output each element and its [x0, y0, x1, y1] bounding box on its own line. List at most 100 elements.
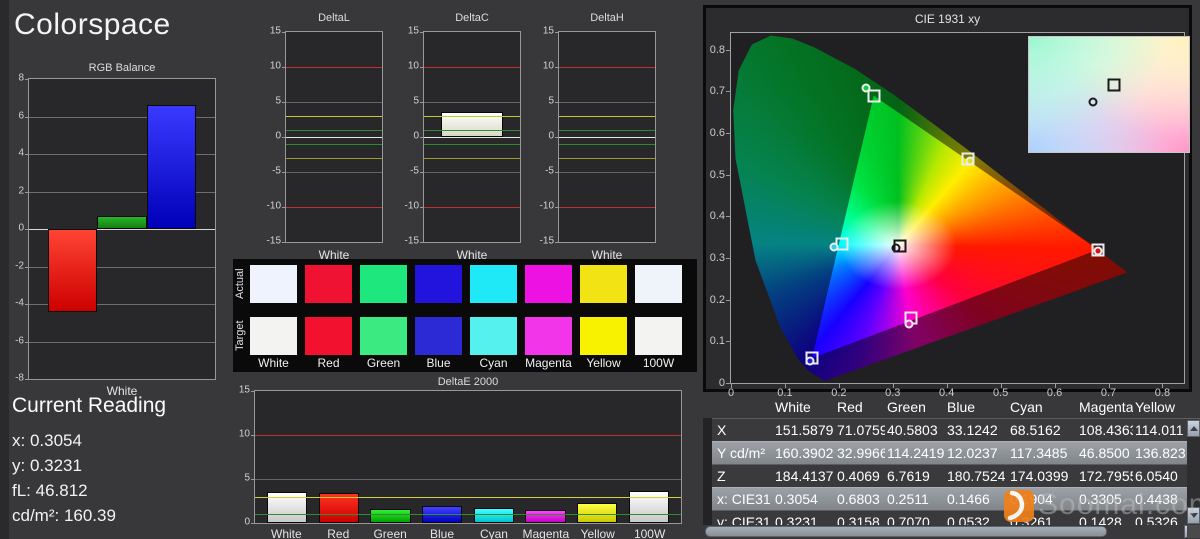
- value-cell: 180.7524: [947, 468, 1006, 484]
- x-axis-tick-mark: [784, 383, 786, 388]
- reference-line: [559, 137, 655, 138]
- scroll-up-button[interactable]: [1187, 420, 1200, 437]
- value-cell: 114.2419: [887, 445, 945, 461]
- axis-tick-label: -10: [404, 200, 419, 212]
- inset-measured-marker: [1088, 97, 1098, 107]
- y-axis-tick-label: 0.5: [709, 168, 725, 181]
- axis-tick-label: -15: [404, 235, 419, 247]
- axis-tick-label: 10: [542, 60, 554, 72]
- axis-tick-label: 15: [407, 25, 419, 37]
- axis-tick-label: 6: [18, 110, 24, 121]
- x-axis-tick-mark: [1108, 383, 1110, 388]
- value-cell: 12.0237: [947, 445, 998, 461]
- target-swatch-red: [305, 317, 352, 355]
- swatch-column-label: Red: [317, 356, 340, 370]
- value-cell: 117.3485: [1010, 445, 1068, 461]
- reference-line: [255, 496, 681, 498]
- category-label: Red: [327, 527, 350, 539]
- axis-tick-label: 0: [413, 130, 419, 142]
- row-label: X: [717, 422, 727, 438]
- value-cell: 46.8500: [1079, 445, 1130, 461]
- colorspace-screen: Colorspace RGB Balance 8 6 4 2 0 -2 -4 -6 -8 Whi…: [0, 0, 1200, 539]
- swatch-row-label: Target: [234, 320, 246, 352]
- arrow-down-icon: [1189, 513, 1198, 518]
- category-label: Blue: [430, 527, 455, 539]
- chart-plot-area: 15 10 5 0 -5 -10 -15: [405, 26, 521, 246]
- delta-h-chart: DeltaH 15 10 5 0 -5 -10 -15 White: [528, 8, 669, 266]
- table-header-row: White Red Green Blue Cyan Magenta Yellow: [703, 396, 1200, 418]
- category-label: Yellow: [580, 527, 615, 539]
- reference-line: [286, 66, 382, 68]
- value-cell: 68.5162: [1010, 422, 1061, 438]
- actual-swatch-red: [305, 265, 352, 303]
- axis-tick-mark: [25, 79, 29, 80]
- bar-yellow: [576, 502, 618, 523]
- axis-tick-label: 5: [413, 95, 419, 107]
- value-cell: 151.5879: [775, 422, 834, 438]
- bar-red: [47, 229, 98, 312]
- target-swatch-green: [360, 317, 407, 355]
- reading-x: x: 0.3054: [12, 431, 82, 450]
- value-cell: 0.3305: [1079, 491, 1122, 507]
- reference-line: [559, 171, 655, 173]
- arrow-up-icon: [1189, 426, 1198, 431]
- y-axis-tick-label: 0.3: [709, 252, 725, 264]
- bar-blue: [146, 105, 197, 229]
- swatch-column-label: Yellow: [586, 356, 621, 370]
- x-axis-tick-mark: [1162, 383, 1164, 388]
- actual-swatch-100w: [635, 265, 682, 303]
- axis-tick-label: 0: [548, 130, 554, 142]
- reference-line: [424, 101, 520, 103]
- y-axis-tick-mark: [726, 341, 731, 343]
- actual-swatch-magenta: [525, 265, 572, 303]
- axis-tick-label: 8: [18, 72, 24, 84]
- category-label: White: [271, 527, 302, 539]
- target-swatch-cyan: [470, 317, 517, 355]
- axis-tick-mark: [555, 32, 559, 33]
- actual-swatch-white: [250, 265, 297, 303]
- value-cell: 32.9966: [837, 445, 885, 461]
- axis-tick-label: 0: [244, 516, 250, 528]
- reference-line: [255, 479, 681, 480]
- x-axis-tick-mark: [946, 383, 948, 388]
- value-cell: 172.7955: [1079, 468, 1133, 484]
- reference-line: [286, 101, 382, 103]
- actual-swatch-yellow: [580, 265, 627, 303]
- horizontal-scrollbar[interactable]: [703, 525, 1200, 538]
- target-swatch-100w: [635, 317, 682, 355]
- reference-line: [424, 116, 520, 117]
- y-axis-tick-label: 0.1: [709, 335, 725, 348]
- inset-target-marker: [1107, 78, 1121, 92]
- chart-plot-area: 8 6 4 2 0 -2 -4 -6 -8: [15, 73, 216, 383]
- swatch-column-label: 100W: [642, 356, 675, 370]
- rgb-balance-chart: RGB Balance 8 6 4 2 0 -2 -4 -6 -8 White: [8, 58, 220, 398]
- axis-tick-label: 15: [542, 25, 554, 37]
- swatch-column-label: Green: [366, 356, 401, 370]
- actual-swatch-cyan: [470, 265, 517, 303]
- axis-tick-label: -10: [266, 200, 281, 212]
- row-label: Y cd/m²: [717, 445, 765, 461]
- axis-tick-label: 2: [18, 185, 24, 196]
- x-axis-tick-mark: [1000, 383, 1002, 388]
- scroll-down-button[interactable]: [1187, 507, 1200, 524]
- magenta-measured-marker: [904, 319, 914, 328]
- table-row: x: CIE31 0.3054 0.6803 0.2511 0.1466 0.1904 0.…: [703, 487, 1200, 510]
- reference-line: [559, 158, 655, 159]
- scrollbar-thumb[interactable]: [705, 526, 1107, 537]
- reference-line: [559, 66, 655, 68]
- row-header-gutter: [703, 418, 712, 528]
- reference-line: [255, 435, 681, 436]
- category-label: Magenta: [522, 527, 570, 539]
- reference-line: [424, 171, 520, 173]
- swatch-column-label: White: [258, 356, 289, 370]
- value-cell: 40.5803: [887, 422, 938, 438]
- reference-line: [286, 171, 382, 173]
- value-cell: 0.3054: [775, 491, 818, 507]
- axis-tick-label: 15: [269, 25, 281, 37]
- target-swatch-blue: [415, 317, 462, 355]
- vertical-scrollbar[interactable]: [1187, 420, 1200, 524]
- cie-1931-panel: CIE 1931 xy 0 0.1 0.2 0.3 0.4 0.5 0.6 0.7 0.8 0.8…: [703, 5, 1192, 399]
- chart-title: DeltaL: [318, 12, 350, 24]
- reference-line: [286, 116, 382, 117]
- axis-tick-mark: [282, 242, 286, 243]
